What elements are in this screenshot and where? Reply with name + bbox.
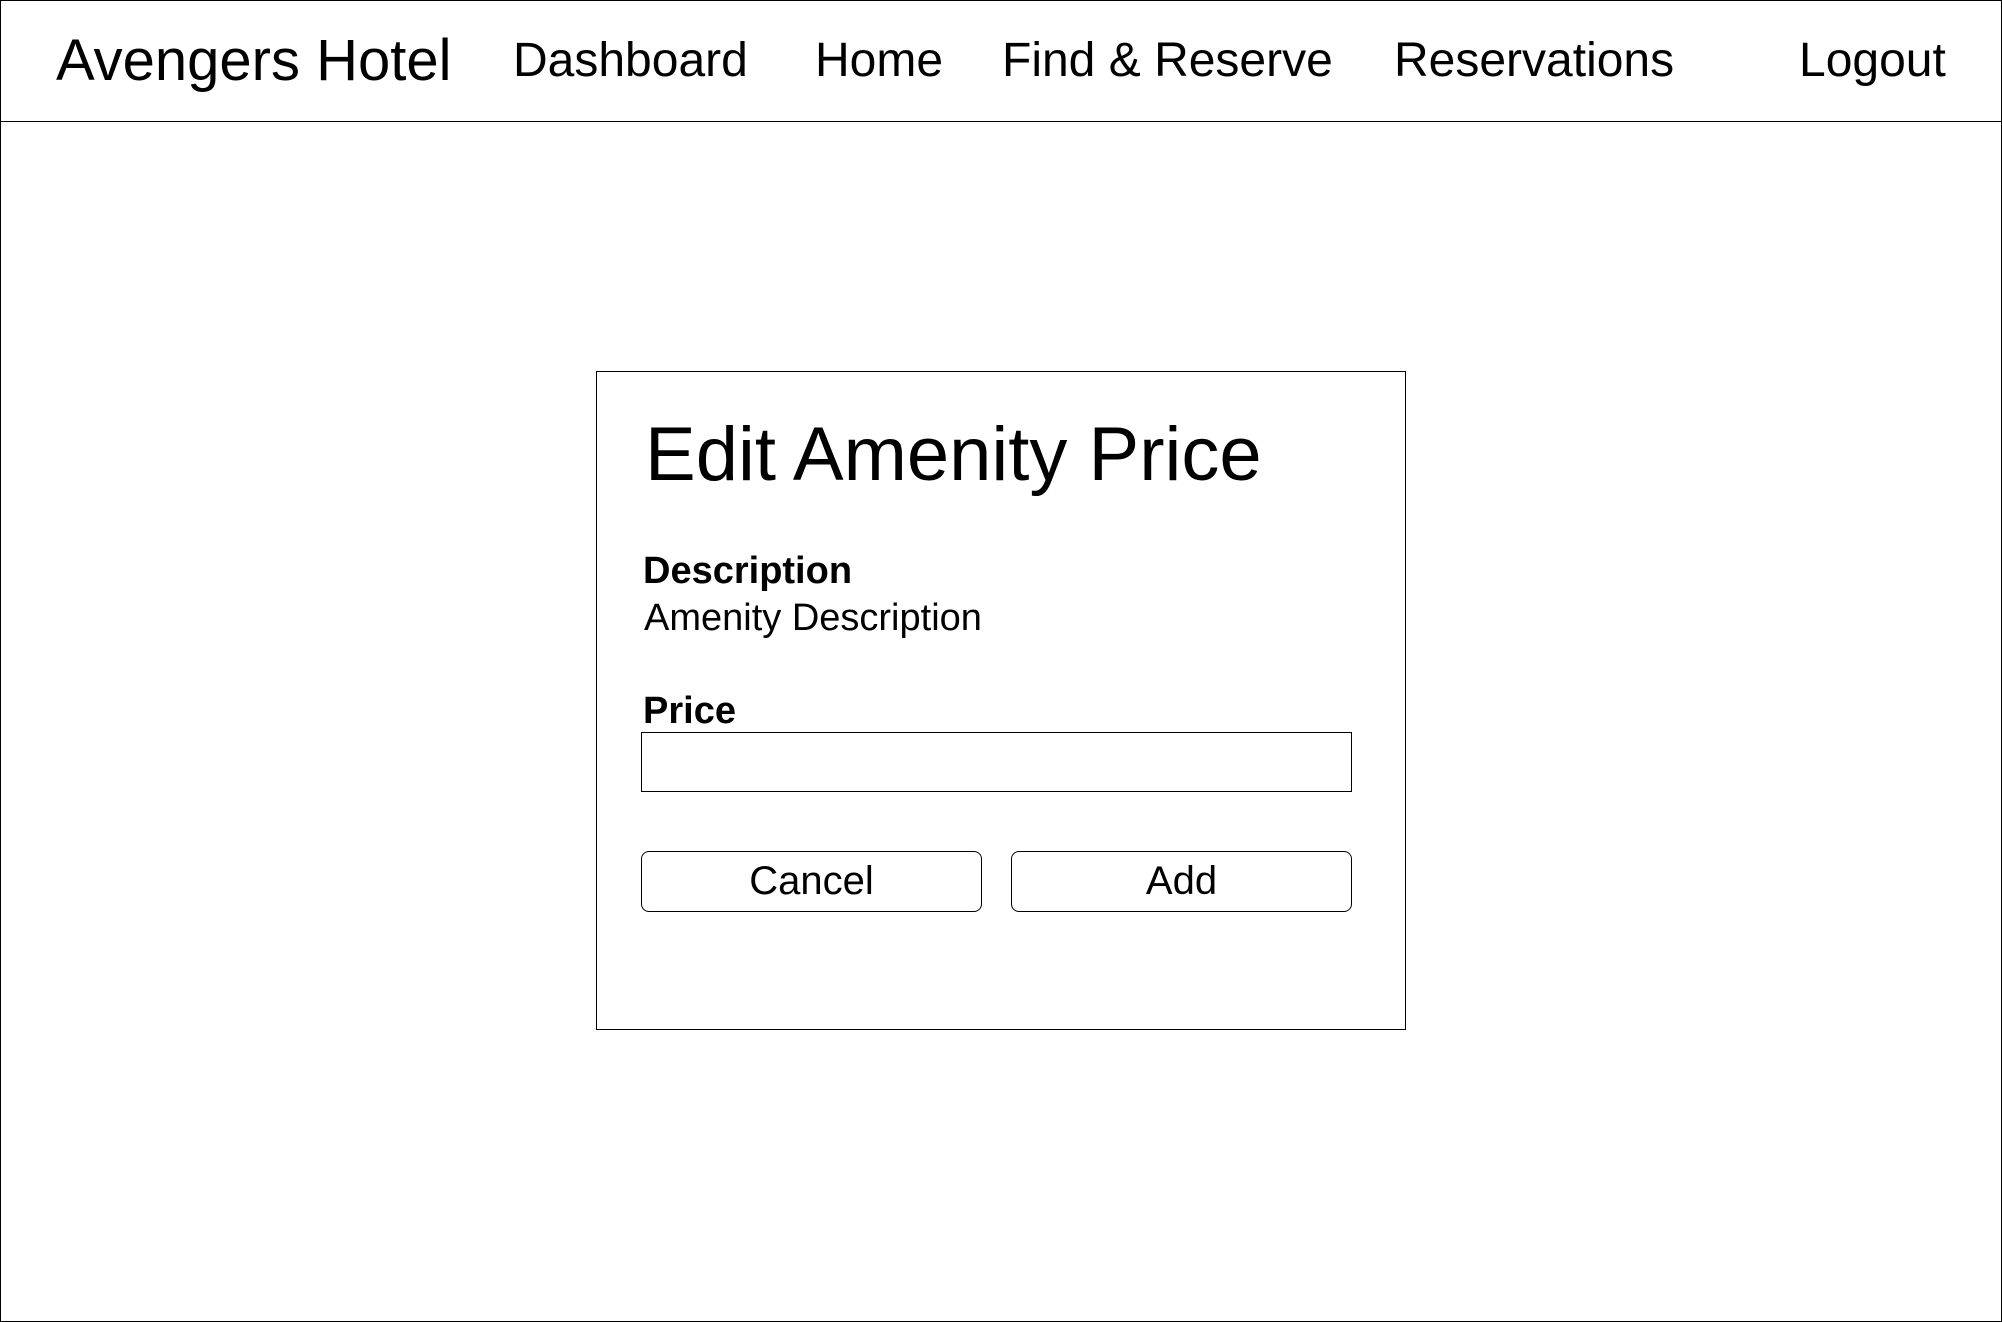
add-button[interactable]: Add: [1011, 851, 1352, 912]
cancel-button[interactable]: Cancel: [641, 851, 982, 912]
nav-home-link[interactable]: Home: [815, 1, 943, 121]
price-label: Price: [643, 690, 736, 732]
price-input[interactable]: [641, 732, 1352, 792]
dialog-title: Edit Amenity Price: [645, 412, 1262, 497]
edit-amenity-price-dialog: Edit Amenity Price Description Amenity D…: [596, 371, 1406, 1030]
app-frame: Avengers Hotel Dashboard Home Find & Res…: [0, 0, 2002, 1322]
brand-title: Avengers Hotel: [56, 28, 452, 93]
top-navbar: Avengers Hotel Dashboard Home Find & Res…: [1, 1, 2001, 122]
nav-dashboard-link[interactable]: Dashboard: [513, 1, 748, 121]
nav-logout-link[interactable]: Logout: [1799, 1, 1946, 121]
nav-reservations-link[interactable]: Reservations: [1394, 1, 1674, 121]
description-value: Amenity Description: [644, 597, 982, 639]
nav-find-reserve-link[interactable]: Find & Reserve: [1002, 1, 1333, 121]
description-label: Description: [643, 550, 853, 592]
